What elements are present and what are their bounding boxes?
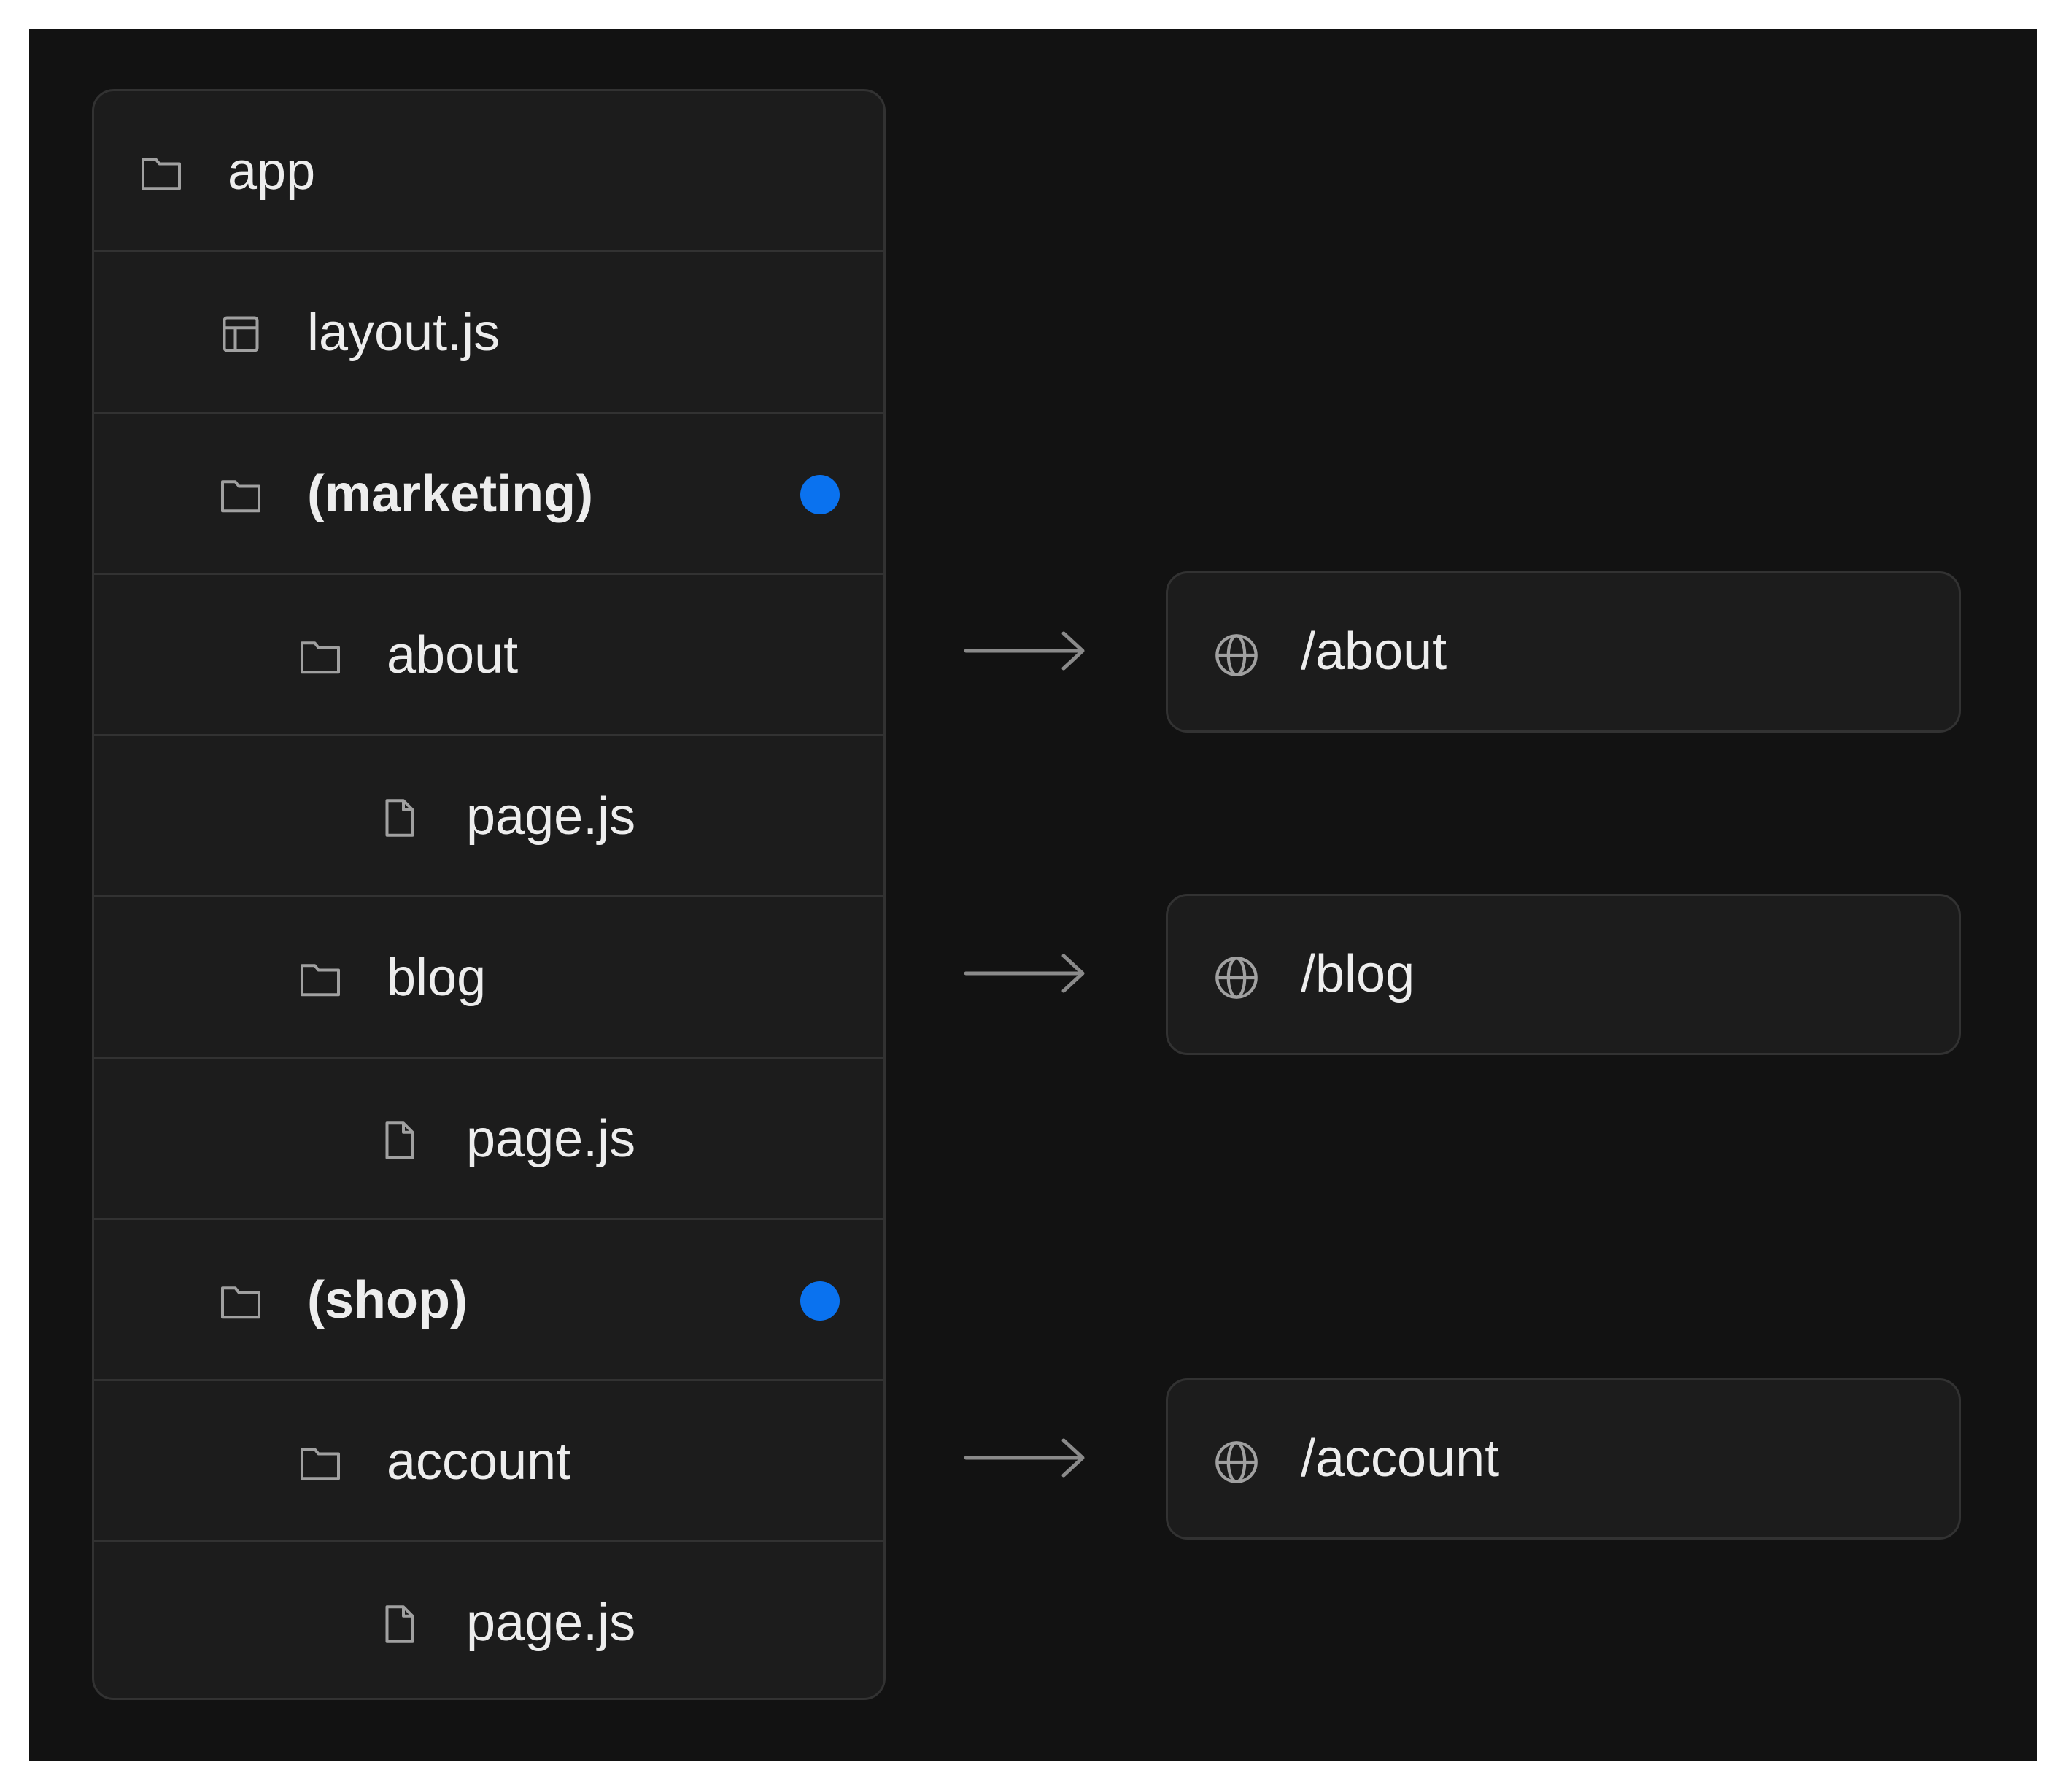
arrow-icon	[963, 629, 1087, 673]
route-group-marker	[800, 1281, 840, 1321]
file-icon	[378, 1120, 422, 1161]
route-label: /account	[1301, 1429, 1500, 1488]
globe-icon	[1213, 632, 1260, 679]
route-label: /blog	[1301, 945, 1415, 1003]
folder-icon	[219, 475, 263, 516]
folder-icon	[139, 152, 183, 193]
file-icon	[378, 1604, 422, 1645]
tree-label: (marketing)	[307, 465, 594, 523]
layout-icon	[219, 314, 263, 355]
tree-row-account-page: page.js	[94, 1540, 883, 1698]
tree-row-about: about	[94, 573, 883, 734]
arrow-icon	[963, 1436, 1087, 1480]
tree-label: page.js	[466, 787, 636, 846]
diagram-canvas: app layout.js (marketing) about page.js …	[29, 29, 2037, 1761]
tree-label: (shop)	[307, 1271, 468, 1329]
route-label: /about	[1301, 622, 1447, 681]
tree-label: about	[387, 626, 519, 684]
folder-icon	[298, 1443, 342, 1483]
tree-row-blog-page: page.js	[94, 1057, 883, 1218]
route-group-marker	[800, 475, 840, 514]
tree-label: page.js	[466, 1594, 636, 1652]
tree-label: layout.js	[307, 304, 500, 362]
tree-row-blog: blog	[94, 895, 883, 1057]
route-about: /about	[1166, 571, 1961, 733]
tree-row-shop-group: (shop)	[94, 1218, 883, 1379]
route-blog: /blog	[1166, 894, 1961, 1055]
tree-row-marketing-group: (marketing)	[94, 412, 883, 573]
tree-label: account	[387, 1432, 571, 1491]
arrow-icon	[963, 951, 1087, 995]
folder-icon	[219, 1281, 263, 1322]
tree-label: blog	[387, 949, 487, 1007]
route-account: /account	[1166, 1378, 1961, 1540]
folder-icon	[298, 959, 342, 1000]
folder-icon	[298, 636, 342, 677]
tree-label: page.js	[466, 1110, 636, 1168]
tree-row-app: app	[94, 91, 883, 252]
tree-row-account: account	[94, 1379, 883, 1540]
globe-icon	[1213, 1439, 1260, 1486]
tree-label: app	[228, 142, 316, 201]
globe-icon	[1213, 954, 1260, 1001]
tree-row-layout: layout.js	[94, 250, 883, 412]
file-icon	[378, 797, 422, 838]
tree-row-about-page: page.js	[94, 734, 883, 895]
file-tree-panel: app layout.js (marketing) about page.js …	[92, 89, 886, 1700]
